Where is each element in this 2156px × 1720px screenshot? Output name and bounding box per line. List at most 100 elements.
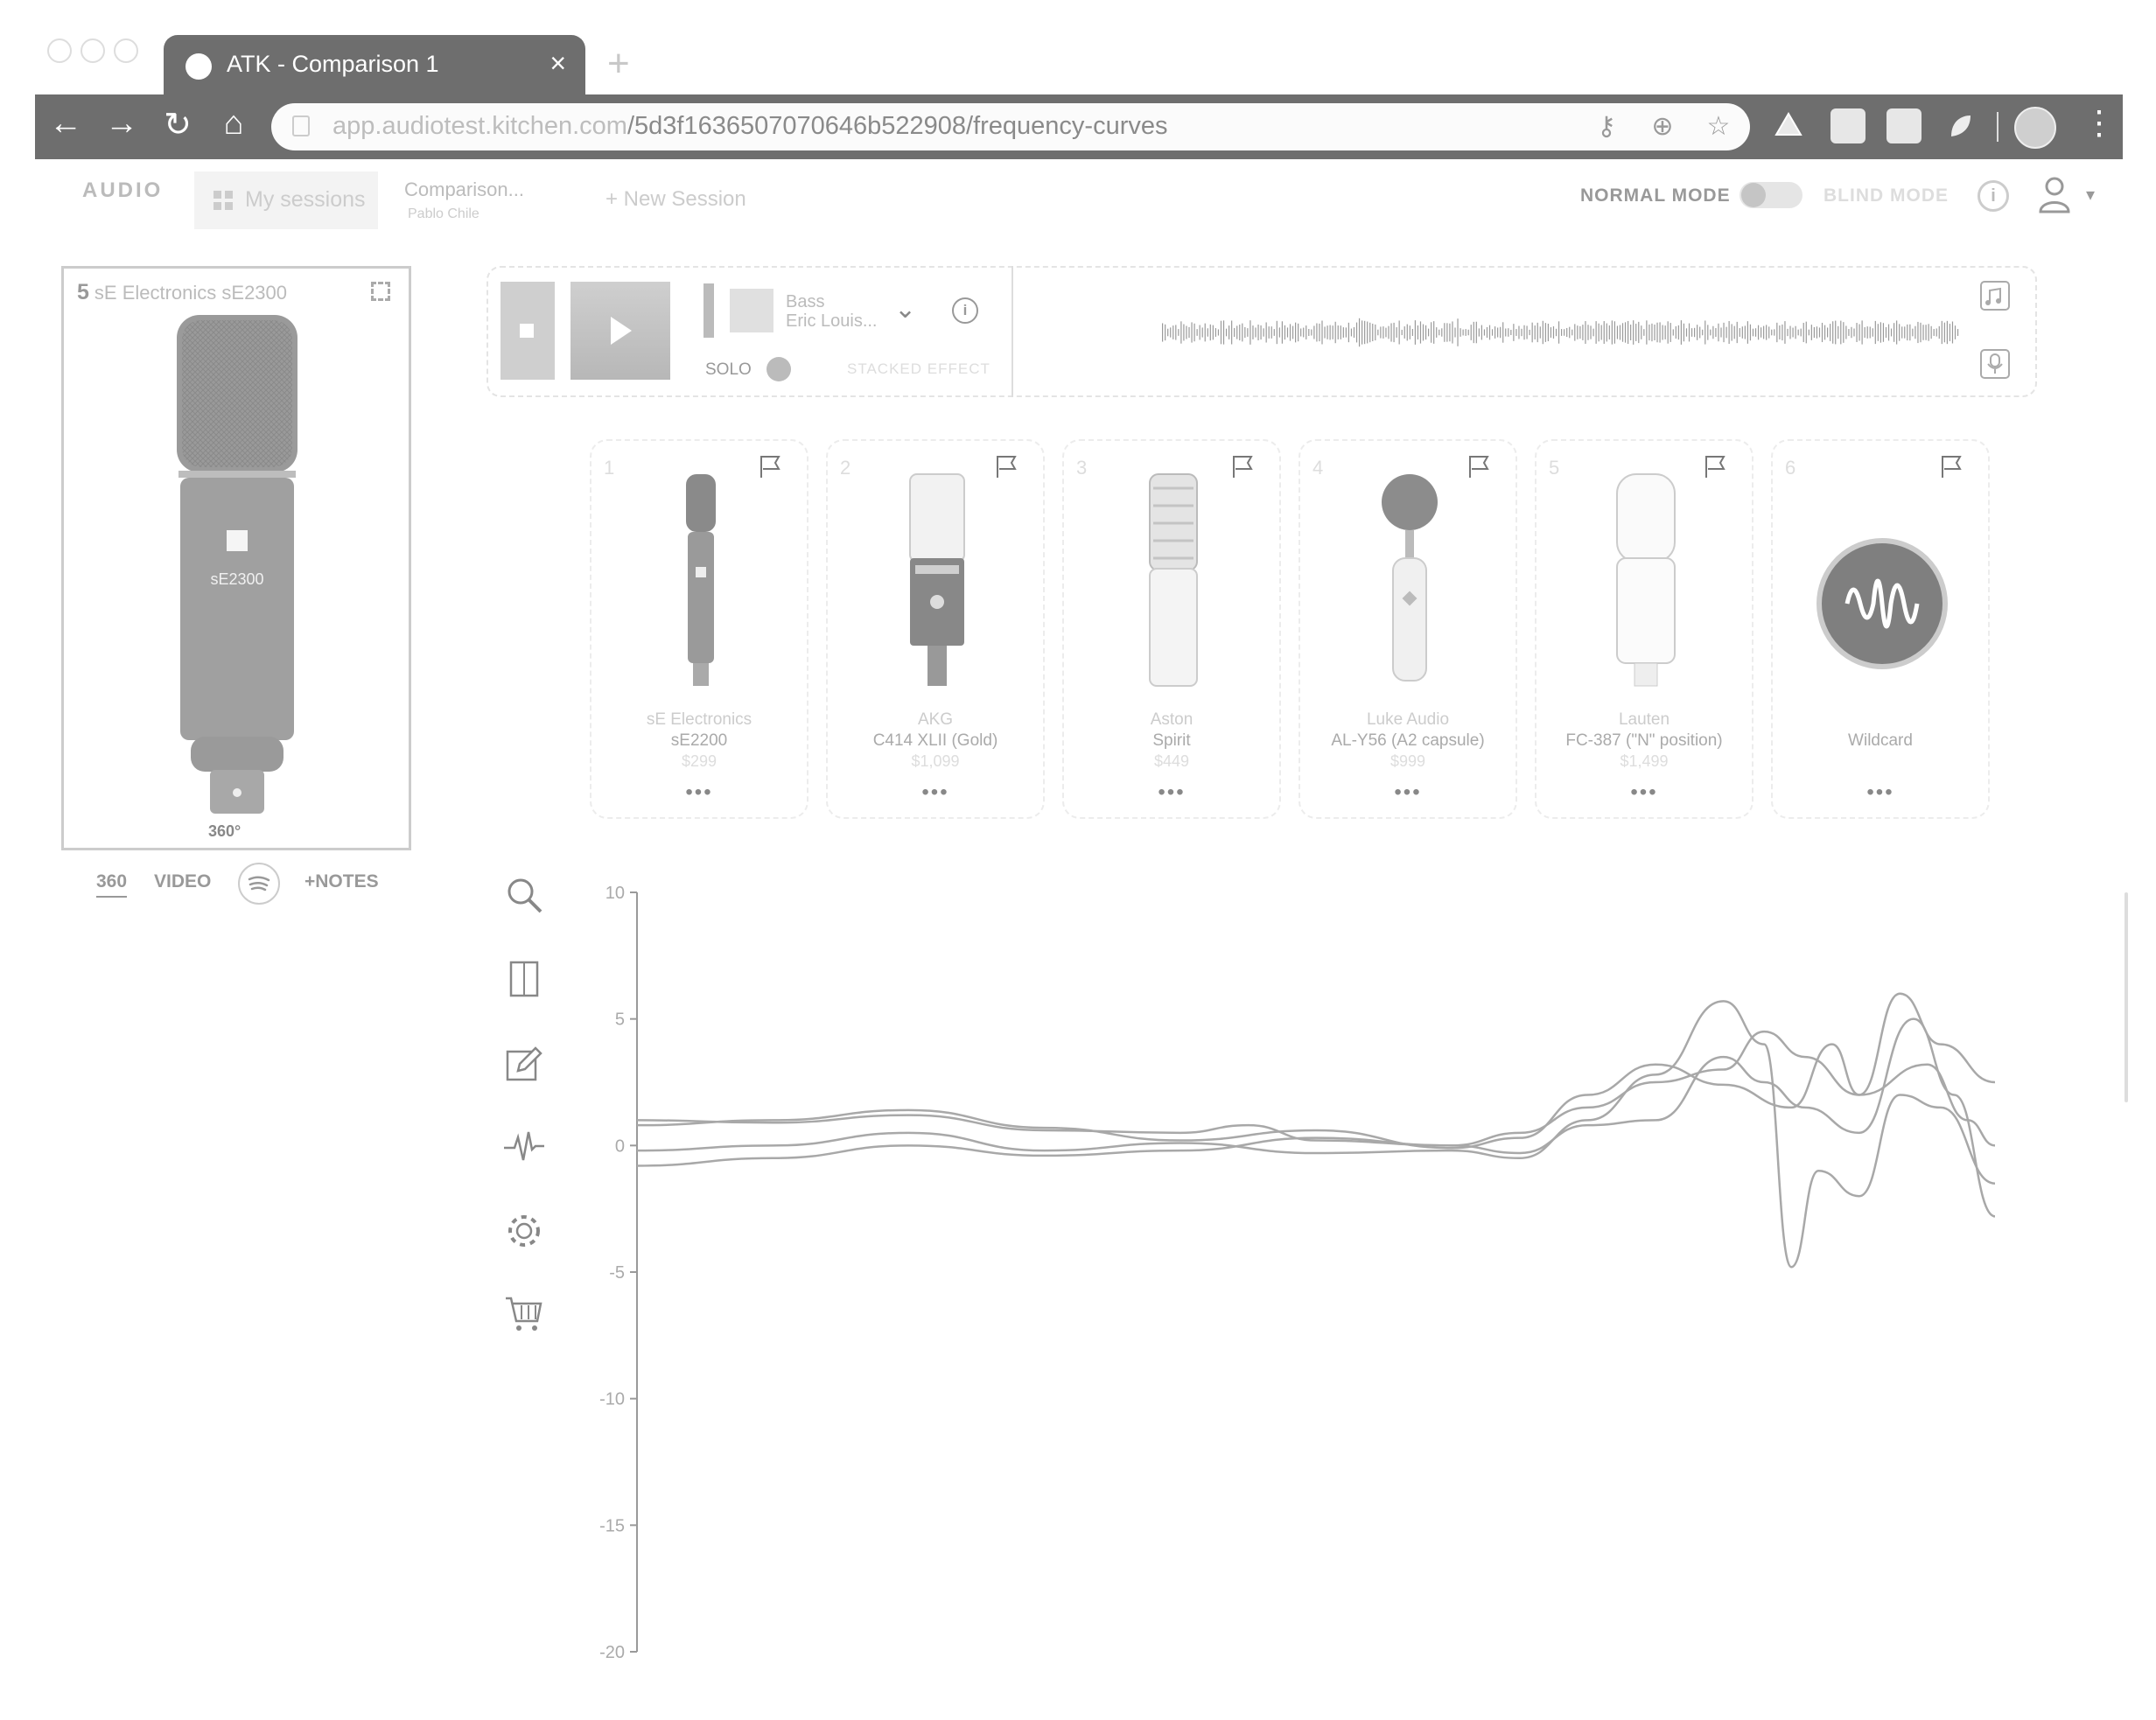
search-icon[interactable]: [502, 873, 546, 917]
mic-model: C414 XLII (Gold): [872, 731, 998, 750]
scrollbar[interactable]: [2124, 892, 2128, 1102]
spotify-icon[interactable]: [238, 863, 280, 905]
waveform-bar: [1685, 328, 1688, 337]
browser-menu-icon[interactable]: ⋮: [2082, 103, 2116, 143]
waveform-bar: [1646, 320, 1648, 345]
edit-icon[interactable]: [502, 1041, 546, 1085]
mic-card[interactable]: 6 Wildcard •••: [1771, 439, 1990, 819]
mic-card[interactable]: 5 Lauten FC-387 ("N" position) $1,499 ••…: [1535, 439, 1754, 819]
window-close-dot[interactable]: [47, 38, 72, 63]
mic-price: $1,099: [911, 752, 960, 770]
window-minimize-dot[interactable]: [80, 38, 105, 63]
waveform-display[interactable]: [1162, 315, 1960, 350]
address-url[interactable]: app.audiotest.kitchen.com/5d3f1636507070…: [332, 112, 1168, 141]
waveform-bar: [1835, 320, 1837, 345]
mode-toggle[interactable]: [1740, 182, 1802, 208]
lock-icon: [292, 115, 310, 136]
more-options-icon[interactable]: •••: [592, 780, 807, 805]
preview-tab-video[interactable]: VIDEO: [154, 871, 211, 892]
preview-tab-notes[interactable]: +NOTES: [304, 871, 379, 892]
waveform-bar: [1244, 326, 1246, 339]
waveform-bar: [1165, 324, 1166, 341]
settings-icon[interactable]: [502, 1209, 546, 1253]
address-bar[interactable]: app.audiotest.kitchen.com/5d3f1636507070…: [271, 103, 1750, 150]
stop-icon: [520, 324, 534, 338]
waveform-bar: [1654, 324, 1656, 341]
swap-mic-icon[interactable]: [1976, 346, 2014, 381]
waveform-bar: [1590, 325, 1592, 339]
waveform-bar: [1457, 318, 1459, 346]
waveform-bar: [1329, 325, 1331, 340]
my-sessions-button[interactable]: My sessions: [194, 171, 378, 229]
bookmark-star-icon[interactable]: ☆: [1704, 113, 1732, 141]
wildcard-logo-icon: [1816, 538, 1948, 669]
key-icon[interactable]: ⚷: [1592, 113, 1620, 141]
translate-icon[interactable]: ⊕: [1648, 113, 1676, 141]
waveform-bar: [1385, 327, 1387, 338]
waveform-bar: [1648, 324, 1650, 341]
solo-label: SOLO: [705, 360, 752, 379]
stacked-effect-button[interactable]: STACKED EFFECT: [847, 360, 990, 378]
app-logo[interactable]: AUDIO: [82, 178, 163, 203]
expand-icon[interactable]: [371, 282, 390, 301]
waveform-bar: [1749, 324, 1752, 341]
waveform-bar: [1488, 325, 1491, 340]
frequency-curves-chart[interactable]: 10 5 0 -5 -10 -15 -20: [578, 875, 2012, 1680]
back-button[interactable]: ←: [44, 105, 88, 143]
more-options-icon[interactable]: •••: [1064, 780, 1279, 805]
preview-tab-360[interactable]: 360: [96, 871, 128, 898]
more-options-icon[interactable]: •••: [1300, 780, 1516, 805]
session-tab-title[interactable]: Comparison...: [404, 178, 524, 201]
waveform-bar: [1641, 325, 1642, 339]
more-options-icon[interactable]: •••: [1536, 780, 1752, 805]
user-icon[interactable]: [2037, 175, 2072, 213]
drive-extension-icon[interactable]: [1771, 108, 1806, 143]
waveform-icon[interactable]: [502, 1125, 546, 1169]
rotate-360-icon[interactable]: 360°: [208, 822, 241, 841]
new-tab-button[interactable]: +: [607, 42, 630, 86]
play-button[interactable]: [570, 282, 670, 380]
more-options-icon[interactable]: •••: [828, 780, 1043, 805]
reload-button[interactable]: ↻: [156, 105, 200, 144]
waveform-bar: [1763, 325, 1765, 339]
waveform-bar: [1220, 320, 1222, 345]
compare-icon[interactable]: [502, 957, 546, 1001]
waveform-bar: [1300, 328, 1302, 337]
new-session-button[interactable]: + New Session: [606, 187, 746, 212]
waveform-bar: [1704, 320, 1706, 345]
mic-card[interactable]: 2 AKG C414 XLII (Gold) $1,099 •••: [826, 439, 1045, 819]
home-button[interactable]: ⌂: [212, 105, 256, 143]
extension-icon[interactable]: [1830, 108, 1866, 143]
extension-icon[interactable]: [1886, 108, 1922, 143]
mic-card[interactable]: 1 sE Electronics sE2200 $299 •••: [590, 439, 808, 819]
cart-icon[interactable]: [502, 1291, 546, 1335]
track-select-chevron-icon[interactable]: ⌄: [894, 294, 916, 325]
mic-card[interactable]: 3 Aston Spirit $449 •••: [1062, 439, 1281, 819]
leaf-extension-icon[interactable]: [1942, 108, 1978, 143]
mic-card-image: [1382, 474, 1438, 682]
waveform-bar: [1428, 328, 1430, 337]
more-options-icon[interactable]: •••: [1773, 780, 1988, 805]
tab-close-button[interactable]: ×: [550, 47, 566, 80]
mic-image[interactable]: sE2300: [172, 306, 303, 817]
waveform-bar: [1901, 326, 1903, 339]
track-info-icon[interactable]: i: [952, 297, 978, 324]
mic-card[interactable]: 4 Luke Audio AL-Y56 (A2 capsule) $999 ••…: [1298, 439, 1517, 819]
waveform-bar: [1502, 322, 1504, 343]
y-tick-label: 5: [615, 1010, 625, 1030]
waveform-bar: [1212, 325, 1214, 340]
waveform-bar: [1824, 325, 1826, 340]
window-maximize-dot[interactable]: [114, 38, 138, 63]
user-menu-caret[interactable]: ▾: [2086, 184, 2095, 206]
profile-avatar[interactable]: [2014, 107, 2056, 149]
waveform-bar: [1667, 321, 1669, 344]
mic-brand: Luke Audio: [1366, 710, 1450, 729]
browser-tab[interactable]: ATK - Comparison 1 ×: [164, 35, 585, 96]
forward-button[interactable]: →: [100, 105, 144, 143]
waveform-bar: [1635, 324, 1637, 341]
swap-track-icon[interactable]: [1976, 278, 2014, 313]
info-icon[interactable]: i: [1978, 180, 2009, 212]
waveform-bar: [1821, 322, 1824, 343]
solo-toggle[interactable]: [766, 357, 791, 381]
stop-button[interactable]: [500, 282, 555, 380]
